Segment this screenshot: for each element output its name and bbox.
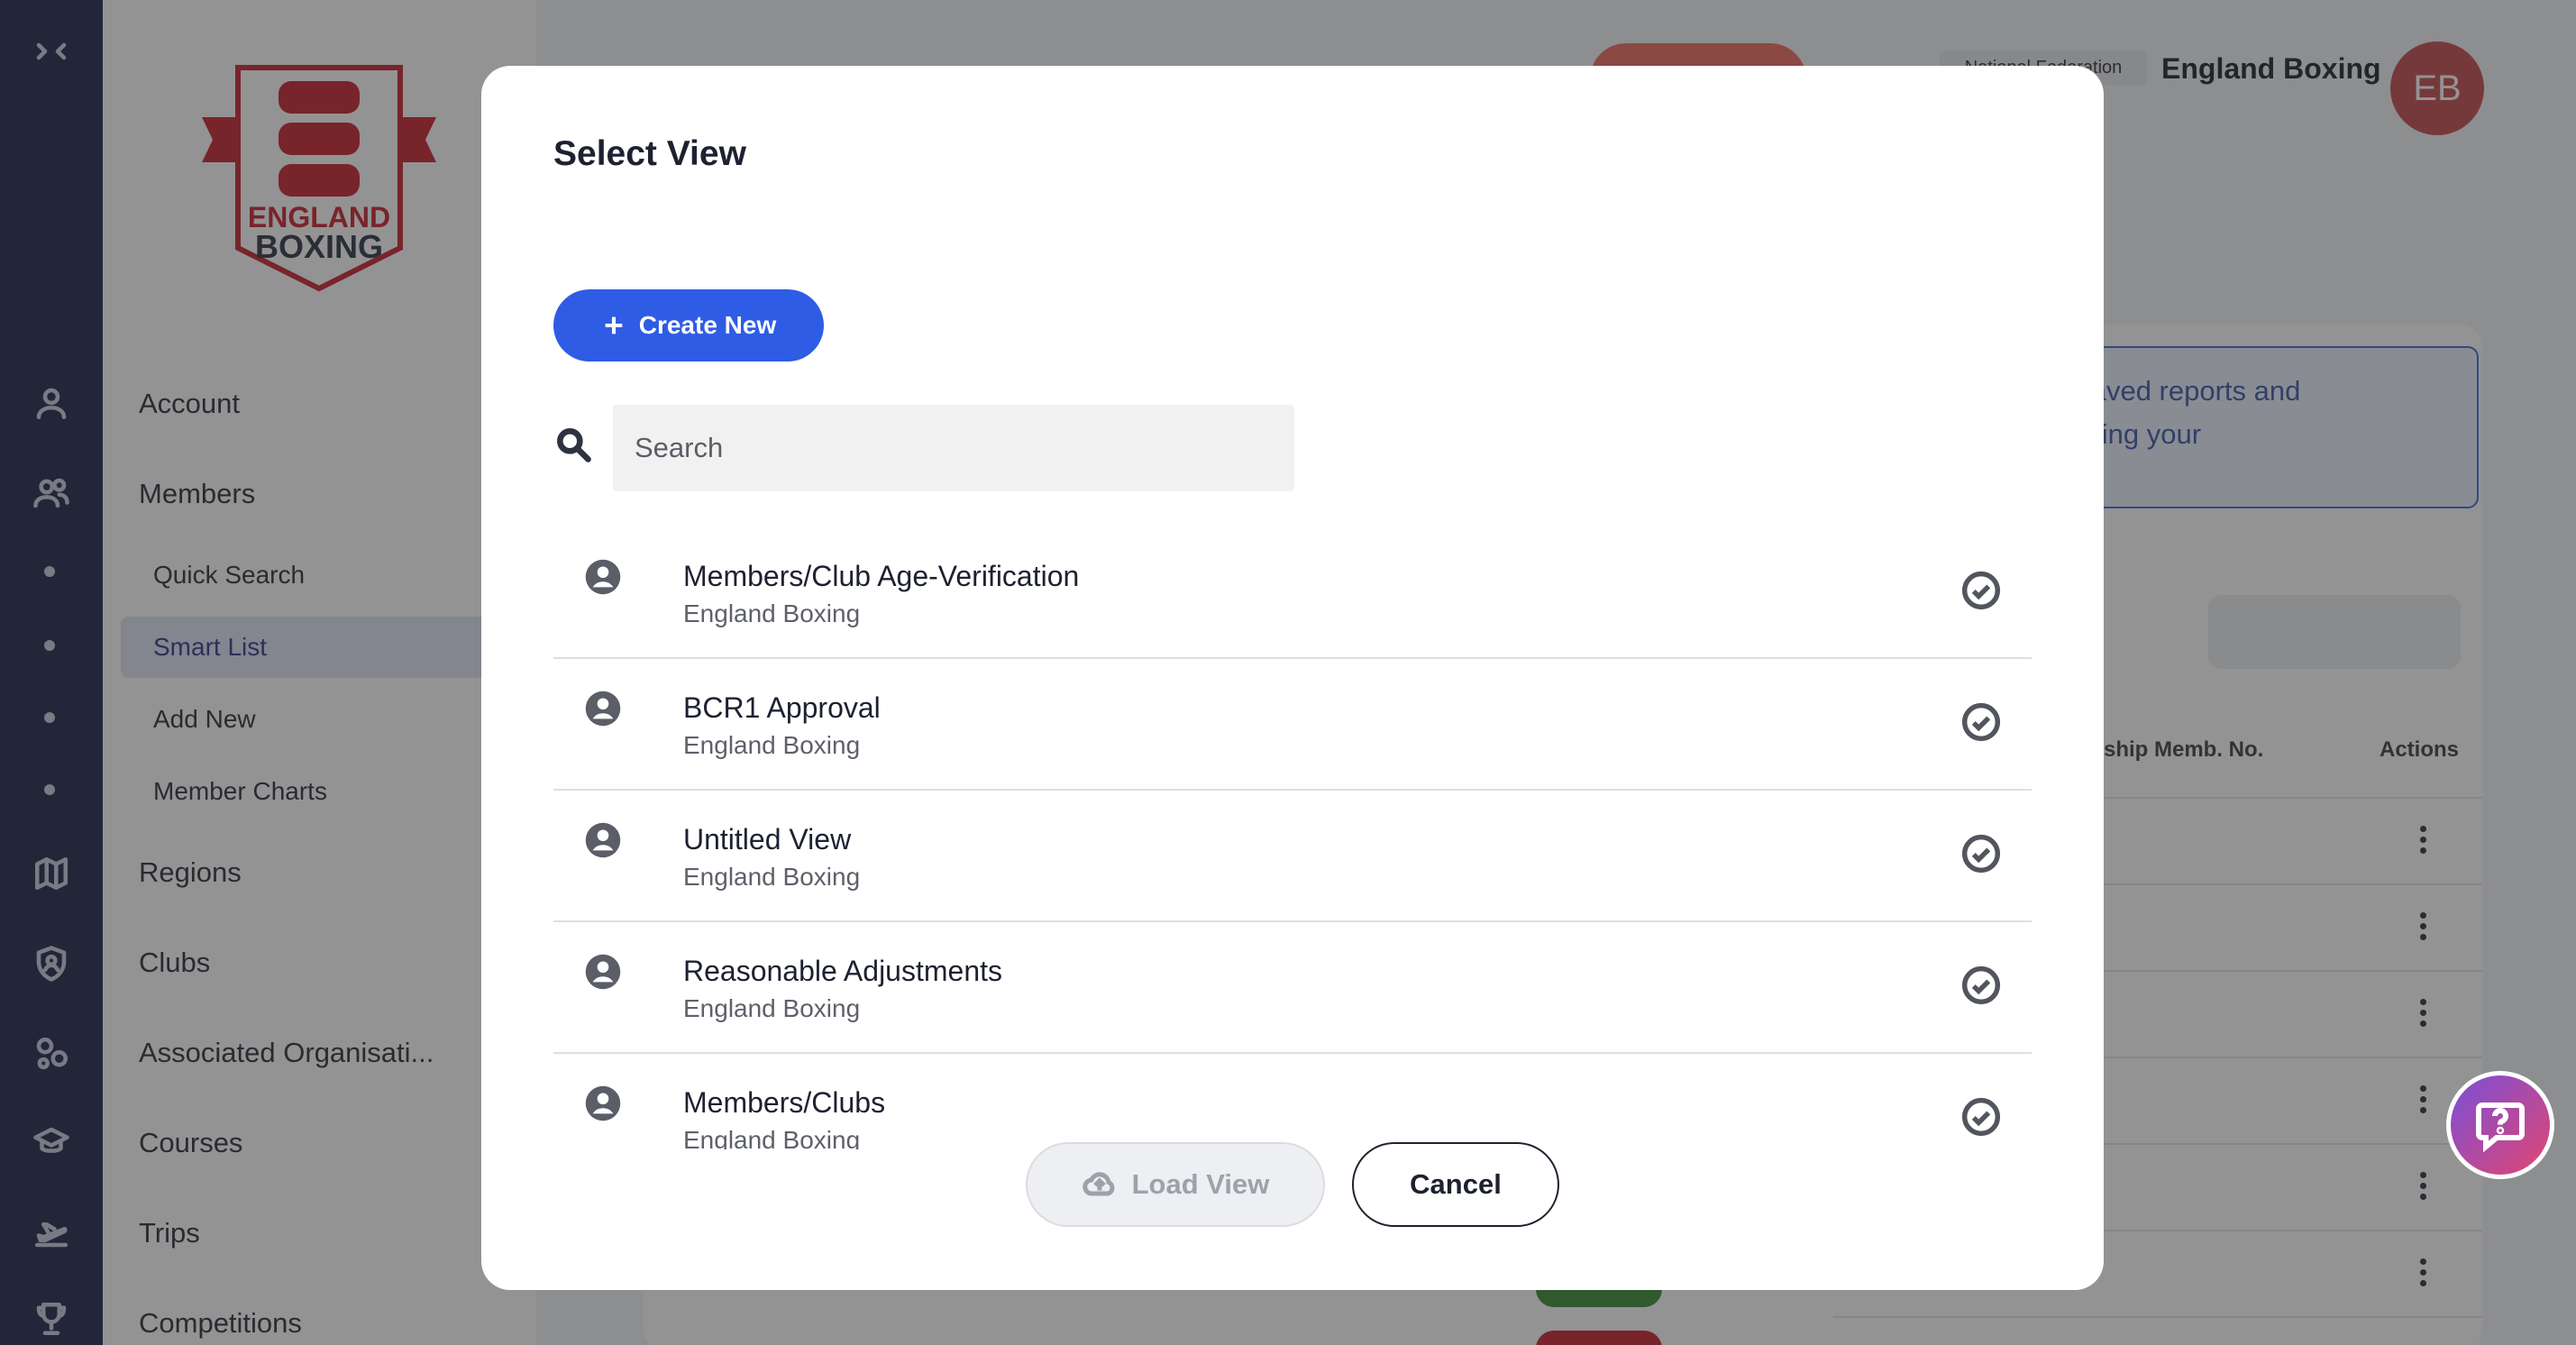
create-new-button[interactable]: Create New xyxy=(553,289,824,361)
list-item[interactable]: Members/Clubs England Boxing xyxy=(553,1054,2032,1149)
help-chat-button[interactable] xyxy=(2446,1071,2554,1179)
view-owner: England Boxing xyxy=(683,1126,861,1149)
view-name: Reasonable Adjustments xyxy=(683,955,1002,987)
list-item[interactable]: Members/Club Age-Verification England Bo… xyxy=(553,527,2032,659)
view-owner: England Boxing xyxy=(683,863,861,891)
app-root: ENGLAND BOXING Account Members Quick Sea… xyxy=(0,0,2576,1345)
view-name: Untitled View xyxy=(683,823,852,855)
view-owner: England Boxing xyxy=(683,599,861,627)
list-item[interactable]: Untitled View England Boxing xyxy=(553,791,2032,922)
check-circle-icon[interactable] xyxy=(1961,965,2001,1005)
account-circle-icon xyxy=(585,691,621,727)
plus-icon xyxy=(605,316,623,334)
load-view-button[interactable]: Load View xyxy=(1026,1142,1325,1227)
account-circle-icon xyxy=(585,1085,621,1121)
view-owner: England Boxing xyxy=(683,994,861,1022)
create-new-label: Create New xyxy=(638,311,777,339)
load-view-label: Load View xyxy=(1131,1168,1270,1200)
check-circle-icon[interactable] xyxy=(1961,1097,2001,1137)
views-list: Members/Club Age-Verification England Bo… xyxy=(553,527,2032,1149)
account-circle-icon xyxy=(585,559,621,595)
list-item[interactable]: Reasonable Adjustments England Boxing xyxy=(553,922,2032,1054)
check-circle-icon[interactable] xyxy=(1961,702,2001,742)
search-input[interactable] xyxy=(613,405,1294,491)
cancel-button[interactable]: Cancel xyxy=(1352,1142,1559,1227)
list-item[interactable]: BCR1 Approval England Boxing xyxy=(553,659,2032,791)
check-circle-icon[interactable] xyxy=(1961,834,2001,874)
cloud-upload-icon xyxy=(1082,1172,1115,1196)
view-owner: England Boxing xyxy=(683,731,861,759)
view-name: Members/Clubs xyxy=(683,1086,886,1119)
help-chat-icon xyxy=(2476,1103,2525,1152)
view-name: Members/Club Age-Verification xyxy=(683,560,1080,592)
search-icon xyxy=(553,425,593,464)
view-name: BCR1 Approval xyxy=(683,691,881,724)
account-circle-icon xyxy=(585,822,621,858)
check-circle-icon[interactable] xyxy=(1961,571,2001,610)
select-view-dialog: Select View Create New Members/Club Age-… xyxy=(481,66,2104,1290)
account-circle-icon xyxy=(585,954,621,990)
dialog-title: Select View xyxy=(553,134,746,173)
